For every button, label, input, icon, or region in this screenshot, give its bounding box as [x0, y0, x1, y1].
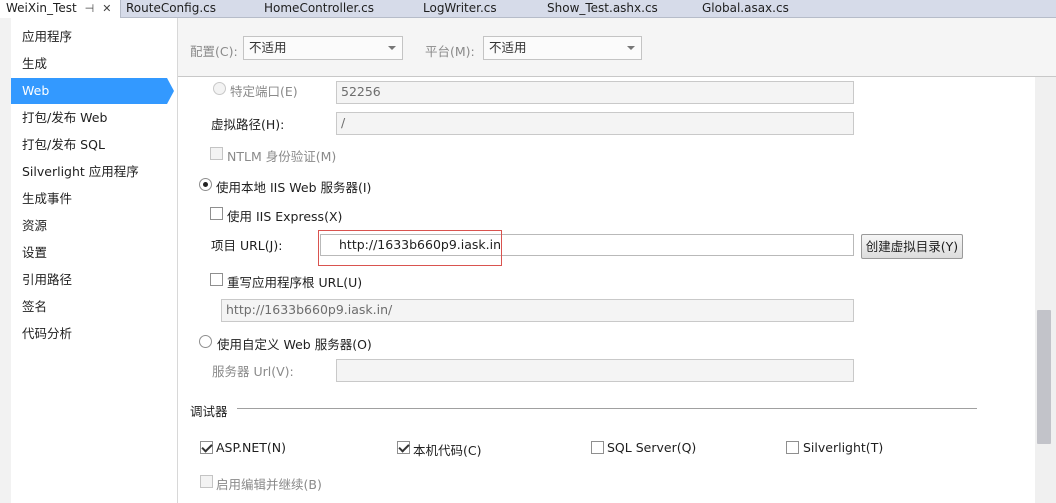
url-highlight-box: [318, 230, 502, 266]
debugger-separator: [237, 408, 977, 409]
sidebar-item-label: 打包/发布 SQL: [22, 137, 105, 152]
tab-label: LogWriter.cs: [423, 1, 497, 15]
sidebar-divider: [177, 18, 178, 503]
aspnet-label: ASP.NET(N): [216, 440, 287, 455]
override-root-label: 重写应用程序根 URL(U): [227, 275, 363, 290]
server-url-label: 服务器 Url(V):: [212, 364, 294, 379]
sidebar-item-label: 生成: [22, 56, 48, 71]
sidebar-item-reference-paths[interactable]: 引用路径: [11, 267, 167, 293]
tab-label: HomeController.cs: [264, 1, 375, 15]
project-url-label: 项目 URL(J):: [211, 238, 283, 253]
sidebar-item-resources[interactable]: 资源: [11, 213, 167, 239]
silverlight-label: Silverlight(T): [803, 440, 884, 455]
specific-port-field[interactable]: 52256: [336, 81, 854, 104]
specific-port-label: 特定端口(E): [230, 84, 298, 99]
custom-server-radio[interactable]: [199, 335, 212, 348]
chevron-down-icon: [627, 46, 635, 50]
tab-logwriter[interactable]: LogWriter.cs: [423, 0, 497, 18]
tab-weixin-test[interactable]: WeiXin_Test ⊣ ✕: [0, 0, 121, 18]
silverlight-checkbox[interactable]: [786, 441, 799, 454]
selection-arrow-icon: [167, 78, 174, 104]
ntlm-label: NTLM 身份验证(M): [227, 149, 337, 164]
native-code-label: 本机代码(C): [413, 443, 482, 458]
tab-label: Global.asax.cs: [702, 1, 789, 15]
sidebar-item-label: 设置: [22, 245, 48, 260]
sidebar-item-code-analysis[interactable]: 代码分析: [11, 321, 167, 347]
sidebar-item-application[interactable]: 应用程序: [11, 24, 167, 50]
platform-select-value: 不适用: [489, 40, 527, 55]
sidebar-item-silverlight[interactable]: Silverlight 应用程序: [11, 159, 167, 185]
tab-homecontroller[interactable]: HomeController.cs: [264, 0, 374, 18]
chevron-down-icon: [388, 46, 396, 50]
sidebar-item-signing[interactable]: 签名: [11, 294, 167, 320]
specific-port-radio[interactable]: [213, 82, 226, 95]
sidebar-item-label: 应用程序: [22, 29, 73, 44]
server-url-field[interactable]: [336, 359, 854, 382]
platform-select[interactable]: 不适用: [483, 36, 642, 60]
sidebar-item-label: 签名: [22, 299, 48, 314]
tab-label: RouteConfig.cs: [126, 1, 216, 15]
sidebar-item-label: 引用路径: [22, 272, 73, 287]
config-select[interactable]: 不适用: [243, 36, 403, 60]
virtual-path-field[interactable]: /: [336, 112, 854, 135]
override-root-field[interactable]: http://1633b660p9.iask.in/: [221, 299, 854, 322]
sidebar-item-package-sql[interactable]: 打包/发布 SQL: [11, 132, 167, 158]
sidebar-item-settings[interactable]: 设置: [11, 240, 167, 266]
sql-server-checkbox[interactable]: [591, 441, 604, 454]
local-iis-radio[interactable]: [199, 178, 212, 191]
iis-express-label: 使用 IIS Express(X): [227, 209, 343, 224]
native-code-checkbox[interactable]: [397, 441, 410, 454]
tab-show-test[interactable]: Show_Test.ashx.cs: [547, 0, 658, 18]
sidebar-item-label: Web: [22, 83, 50, 98]
aspnet-checkbox[interactable]: [200, 441, 213, 454]
tab-routeconfig[interactable]: RouteConfig.cs: [126, 0, 216, 18]
sidebar-item-label: 打包/发布 Web: [22, 110, 108, 125]
sidebar-item-label: 资源: [22, 218, 48, 233]
edit-continue-label: 启用编辑并继续(B): [216, 477, 322, 492]
configuration-bar-divider: [178, 76, 1056, 77]
sidebar-item-label: 生成事件: [22, 191, 73, 206]
document-tab-bar: WeiXin_Test ⊣ ✕ RouteConfig.cs HomeControl…: [0, 0, 1056, 18]
sidebar-item-web[interactable]: Web: [11, 78, 174, 104]
iis-express-checkbox[interactable]: [210, 207, 223, 220]
edit-continue-checkbox[interactable]: [200, 475, 213, 488]
custom-server-label: 使用自定义 Web 服务器(O): [217, 337, 372, 352]
sidebar-item-label: 代码分析: [22, 326, 73, 341]
sidebar-item-build-events[interactable]: 生成事件: [11, 186, 167, 212]
config-label: 配置(C):: [190, 44, 238, 59]
sidebar-gutter: [0, 18, 11, 503]
virtual-path-label: 虚拟路径(H):: [211, 117, 285, 132]
override-root-checkbox[interactable]: [210, 273, 223, 286]
local-iis-label: 使用本地 IIS Web 服务器(I): [216, 180, 372, 195]
sidebar-item-package-web[interactable]: 打包/发布 Web: [11, 105, 167, 131]
tab-label: Show_Test.ashx.cs: [547, 1, 658, 15]
tab-label: WeiXin_Test: [6, 1, 77, 15]
config-select-value: 不适用: [249, 40, 287, 55]
sidebar-item-label: Silverlight 应用程序: [22, 164, 139, 179]
create-virtual-directory-button[interactable]: 创建虚拟目录(Y): [861, 234, 963, 259]
pin-icon[interactable]: ⊣: [85, 0, 95, 17]
tab-global-asax[interactable]: Global.asax.cs: [702, 0, 789, 18]
sidebar-item-build[interactable]: 生成: [11, 51, 167, 77]
ntlm-checkbox[interactable]: [210, 147, 223, 160]
close-icon[interactable]: ✕: [102, 0, 111, 17]
sql-server-label: SQL Server(Q): [607, 440, 697, 455]
scrollbar-thumb[interactable]: [1037, 310, 1051, 444]
debugger-heading: 调试器: [190, 404, 228, 419]
platform-label: 平台(M):: [425, 44, 475, 59]
